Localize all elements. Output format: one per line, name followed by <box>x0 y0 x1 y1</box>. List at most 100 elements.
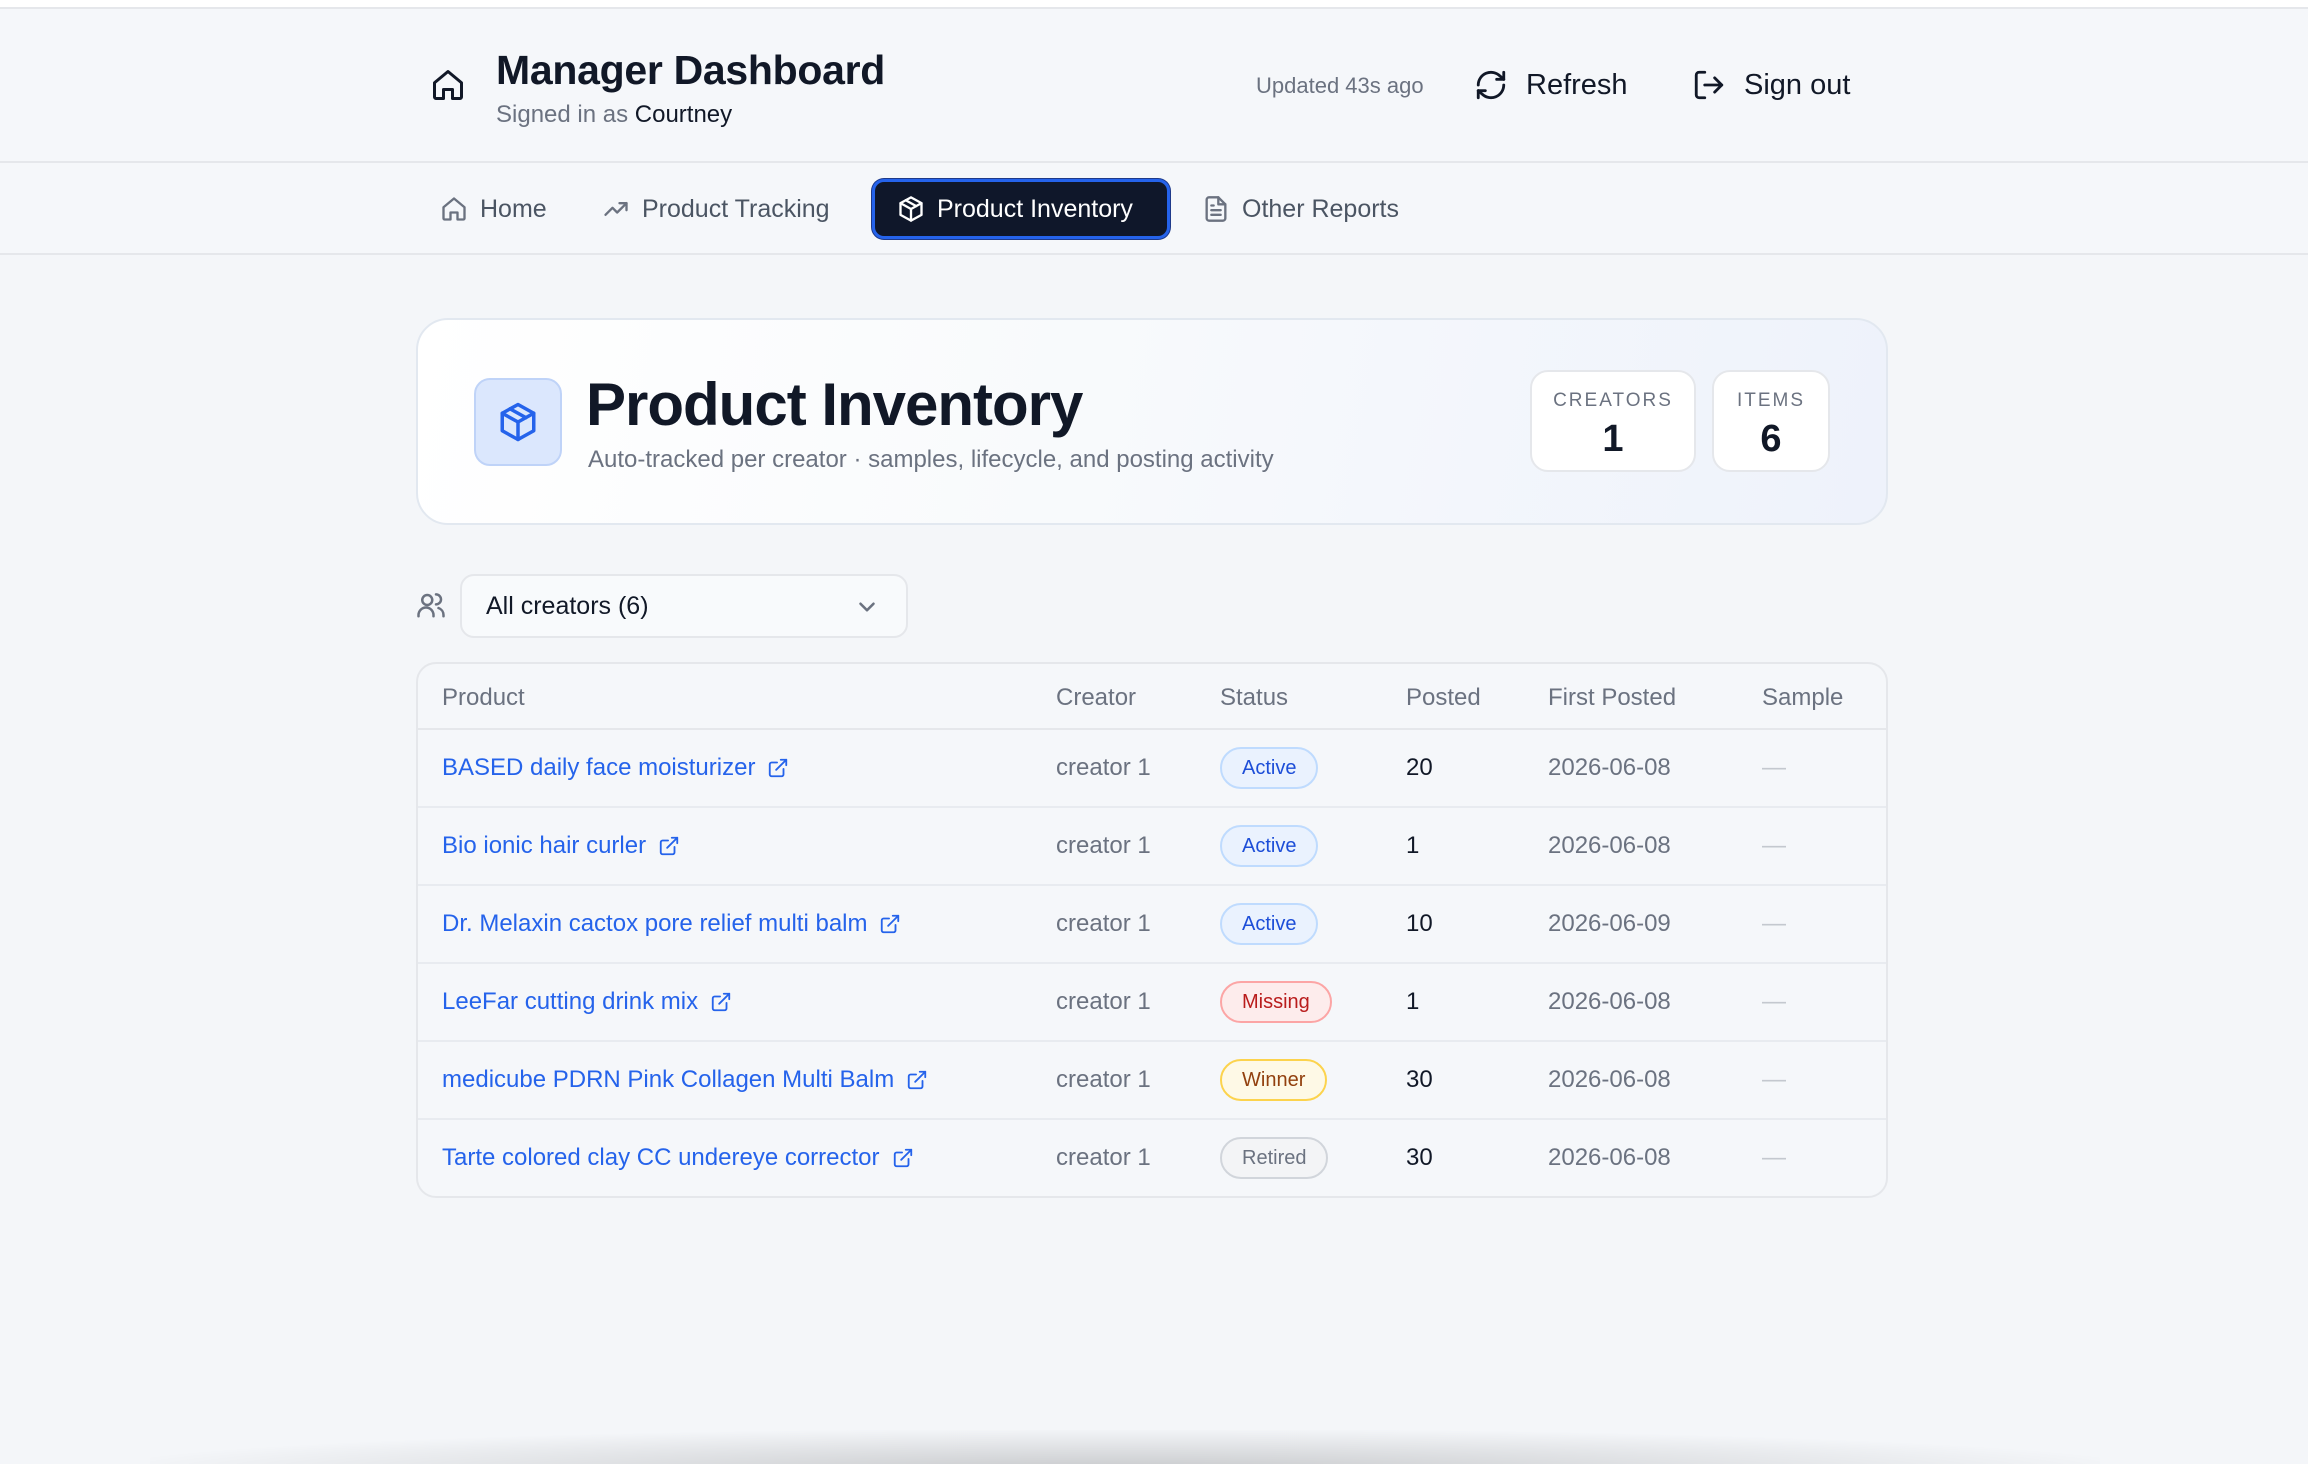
tab-product-tracking[interactable]: Product Tracking <box>580 179 852 239</box>
creator-filter-value: All creators (6) <box>486 591 649 620</box>
bottom-shadow <box>150 1430 2100 1464</box>
posted-count: 10 <box>1406 910 1433 937</box>
file-text-icon <box>1205 196 1227 222</box>
product-link[interactable]: Tarte colored clay CC undereye corrector <box>442 1144 914 1172</box>
creator-cell: creator 1 <box>1056 910 1151 937</box>
first-posted-date: 2026-06-08 <box>1548 754 1671 781</box>
sample-cell: — <box>1762 1066 1786 1093</box>
creator-filter-select[interactable]: All creators (6) <box>460 574 908 638</box>
product-name: Dr. Melaxin cactox pore relief multi bal… <box>442 910 868 937</box>
signed-in-text: Signed in as Courtney <box>496 101 732 129</box>
page-subtitle: Auto-tracked per creator · samples, life… <box>588 446 1274 473</box>
table-header: Product Creator Status Posted First Post… <box>418 664 1886 730</box>
product-name: LeeFar cutting drink mix <box>442 988 699 1015</box>
status-cell: Winner <box>1220 1059 1328 1101</box>
stat-items: ITEMS 6 <box>1712 370 1830 472</box>
refresh-icon <box>1476 70 1506 100</box>
status-cell: Active <box>1220 747 1319 789</box>
product-name: Bio ionic hair curler <box>442 832 647 859</box>
external-link-icon <box>881 914 900 934</box>
tab-product-tracking-label: Product Tracking <box>642 194 830 223</box>
product-link[interactable]: LeeFar cutting drink mix <box>442 988 732 1016</box>
tab-product-inventory[interactable]: Product Inventory <box>872 179 1170 239</box>
external-link-icon <box>769 758 788 778</box>
product-link[interactable]: Bio ionic hair curler <box>442 832 680 860</box>
posted-count: 30 <box>1406 1066 1433 1093</box>
sample-cell: — <box>1762 754 1786 781</box>
status-badge: Active <box>1220 747 1319 789</box>
tab-product-inventory-label: Product Inventory <box>937 194 1133 223</box>
table-row: medicube PDRN Pink Collagen Multi Balm cr… <box>418 1042 1886 1120</box>
product-name: BASED daily face moisturizer <box>442 754 756 781</box>
status-cell: Missing <box>1220 981 1332 1023</box>
table-row: BASED daily face moisturizer creator 1 Act… <box>418 730 1886 808</box>
product-link[interactable]: Dr. Melaxin cactox pore relief multi bal… <box>442 910 901 938</box>
external-link-icon <box>908 1070 927 1090</box>
status-badge: Active <box>1220 825 1319 867</box>
creator-cell: creator 1 <box>1056 754 1151 781</box>
first-posted-date: 2026-06-08 <box>1548 832 1671 859</box>
first-posted-date: 2026-06-08 <box>1548 1144 1671 1171</box>
sign-out-button[interactable]: Sign out <box>1692 61 1850 109</box>
status-cell: Active <box>1220 903 1319 945</box>
stat-items-value: 6 <box>1760 418 1782 460</box>
tab-home[interactable]: Home <box>418 179 569 239</box>
external-link-icon <box>659 836 679 856</box>
product-link[interactable]: medicube PDRN Pink Collagen Multi Balm <box>442 1066 928 1094</box>
app-title: Manager Dashboard <box>496 47 886 93</box>
log-out-icon <box>1694 70 1724 100</box>
status-badge: Retired <box>1220 1137 1329 1179</box>
tab-other-reports-label: Other Reports <box>1242 194 1400 223</box>
sample-cell: — <box>1762 832 1786 859</box>
stat-creators: CREATORS 1 <box>1530 370 1696 472</box>
home-icon <box>433 70 463 100</box>
sample-cell: — <box>1762 1144 1786 1171</box>
window-top-edge <box>0 0 2308 9</box>
signed-in-prefix: Signed in as <box>496 101 629 128</box>
external-link-icon <box>893 1148 912 1168</box>
table-row: Dr. Melaxin cactox pore relief multi bal… <box>418 886 1886 964</box>
inventory-table: Product Creator Status Posted First Post… <box>416 662 1888 1198</box>
tab-home-label: Home <box>480 194 547 223</box>
sample-cell: — <box>1762 910 1786 937</box>
stat-items-label: ITEMS <box>1736 390 1806 411</box>
creator-cell: creator 1 <box>1056 1066 1151 1093</box>
package-icon <box>500 402 536 442</box>
column-header-first-posted: First Posted <box>1548 684 1677 711</box>
sample-cell: — <box>1762 988 1786 1015</box>
table-row: Tarte colored clay CC undereye corrector… <box>418 1120 1886 1196</box>
creator-cell: creator 1 <box>1056 988 1151 1015</box>
stat-creators-value: 1 <box>1602 418 1624 460</box>
posted-count: 20 <box>1406 754 1433 781</box>
column-header-posted: Posted <box>1406 684 1481 711</box>
status-badge: Winner <box>1220 1059 1328 1101</box>
refresh-button[interactable]: Refresh <box>1474 61 1628 109</box>
column-header-creator: Creator <box>1056 684 1137 711</box>
status-badge: Active <box>1220 903 1319 945</box>
refresh-label: Refresh <box>1526 68 1628 101</box>
tab-other-reports[interactable]: Other Reports <box>1180 179 1421 239</box>
column-header-product: Product <box>442 684 525 711</box>
status-badge: Missing <box>1220 981 1332 1023</box>
app-frame: Manager Dashboard Signed in as Courtney … <box>0 0 2308 1464</box>
updated-timestamp: Updated 43s ago <box>1256 73 1424 98</box>
status-cell: Active <box>1220 825 1319 867</box>
product-link[interactable]: BASED daily face moisturizer <box>442 754 789 782</box>
posted-count: 30 <box>1406 1144 1433 1171</box>
sign-out-label: Sign out <box>1744 68 1851 101</box>
creator-cell: creator 1 <box>1056 832 1151 859</box>
posted-count: 1 <box>1406 832 1420 859</box>
status-cell: Retired <box>1220 1137 1329 1179</box>
nav-tabs: Home Product Tracking Product Inventory … <box>0 163 2308 255</box>
inventory-hero-card: Product Inventory Auto-tracked per creat… <box>416 318 1888 525</box>
chevron-down-icon <box>859 602 875 612</box>
app-header: Manager Dashboard Signed in as Courtney … <box>0 9 2308 163</box>
stat-creators-label: CREATORS <box>1553 390 1673 411</box>
table-row: Bio ionic hair curler creator 1 Active 1 202… <box>418 808 1886 886</box>
column-header-sample: Sample <box>1762 684 1844 711</box>
signed-in-user: Courtney <box>634 101 733 128</box>
posted-count: 1 <box>1406 988 1420 1015</box>
users-icon <box>417 593 445 618</box>
hero-icon-tile <box>474 378 562 466</box>
first-posted-date: 2026-06-08 <box>1548 988 1671 1015</box>
